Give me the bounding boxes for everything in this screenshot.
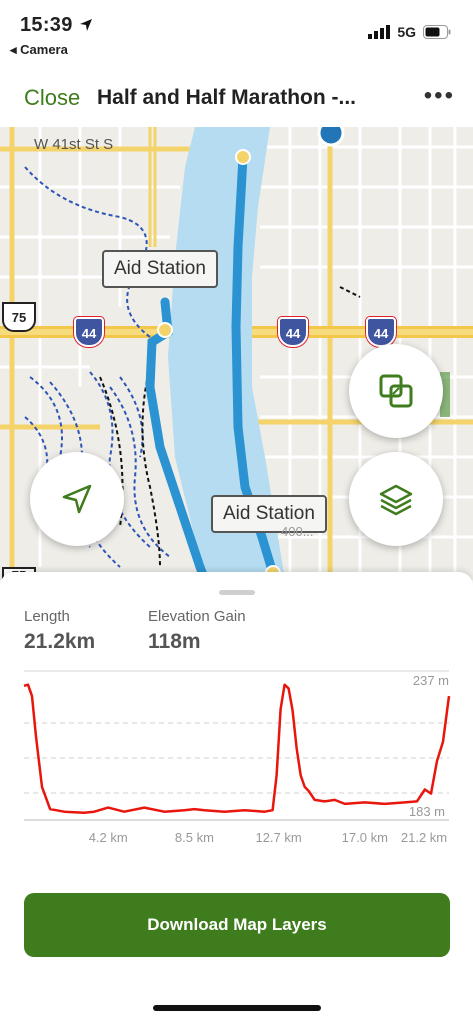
y-tick-label-max: 237 m — [413, 673, 449, 688]
x-tick-label: 8.5 km — [175, 830, 214, 845]
highway-75-shield: 75 — [2, 302, 36, 332]
x-tick-label: 17.0 km — [342, 830, 388, 845]
download-map-layers-button[interactable]: Download Map Layers — [24, 893, 450, 957]
interstate-44-shield: 44 — [74, 317, 104, 347]
street-label: W 41st St S — [34, 136, 114, 153]
trail-details-sheet: Length 21.2km Elevation Gain 118m 237 m 1… — [0, 572, 473, 1024]
battery-icon — [423, 25, 451, 39]
navigation-arrow-icon — [62, 484, 92, 514]
stacked-layers-icon — [379, 484, 413, 516]
layers-overlay-icon — [379, 374, 413, 408]
elevation-gain-label: Elevation Gain — [148, 608, 246, 625]
elevation-series-line — [23, 683, 451, 815]
distance-marker-label: 400... — [281, 524, 314, 539]
back-to-app-link[interactable]: ◂ Camera — [10, 42, 68, 58]
aid-station-label[interactable]: Aid Station — [102, 250, 218, 288]
x-tick-label: 21.2 km — [401, 830, 447, 845]
recenter-location-button[interactable] — [30, 452, 124, 546]
length-value: 21.2km — [24, 630, 96, 653]
current-location-marker[interactable] — [317, 127, 345, 147]
length-label: Length — [24, 608, 70, 625]
interstate-44-shield: 44 — [278, 317, 308, 347]
route-waypoint[interactable] — [235, 149, 251, 165]
close-button[interactable]: Close — [24, 85, 80, 111]
status-bar: 15:39 ◂ Camera 5G — [0, 0, 473, 64]
sheet-grabber[interactable] — [219, 590, 255, 595]
more-options-button[interactable]: ••• — [424, 82, 455, 110]
elevation-gain-value: 118m — [148, 630, 201, 653]
signal-icon — [368, 25, 391, 39]
x-tick-label: 4.2 km — [89, 830, 128, 845]
home-indicator[interactable] — [153, 1005, 321, 1011]
network-type: 5G — [397, 24, 416, 40]
y-tick-label-min: 183 m — [409, 804, 445, 819]
toggle-overlay-button[interactable] — [349, 344, 443, 438]
status-time: 15:39 — [20, 14, 93, 37]
route-waypoint[interactable] — [157, 322, 173, 338]
map-view[interactable]: W 41st St S 75 75 44 44 44 Aid Station A… — [0, 127, 473, 580]
x-tick-label: 12.7 km — [255, 830, 301, 845]
map-layers-button[interactable] — [349, 452, 443, 546]
location-arrow-icon — [79, 19, 92, 31]
page-title: Half and Half Marathon -... — [97, 86, 357, 109]
elevation-profile-chart: 237 m 183 m 4.2 km 8.5 km 12.7 km 17.0 km 21.2… — [23, 670, 451, 845]
interstate-44-shield: 44 — [366, 317, 396, 347]
nav-bar: Close Half and Half Marathon -... ••• — [0, 70, 473, 126]
